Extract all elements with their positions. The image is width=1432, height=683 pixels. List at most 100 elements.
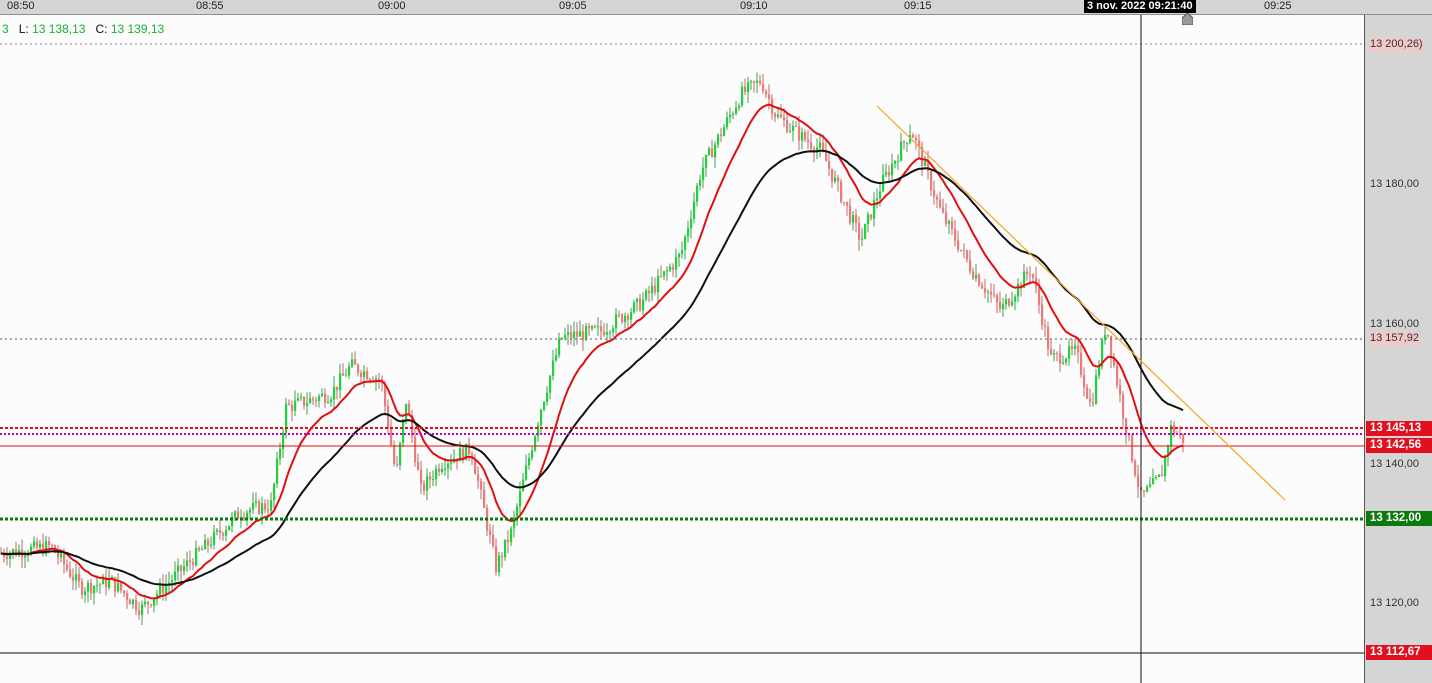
candle-body: [84, 591, 87, 596]
candle-body: [93, 586, 96, 594]
candle-body: [393, 445, 396, 464]
candle-body: [792, 125, 795, 131]
candle-body: [1068, 346, 1071, 359]
candle-body: [1089, 398, 1092, 402]
candle-body: [123, 590, 126, 594]
candle-body: [306, 403, 309, 406]
candle-body: [993, 294, 996, 296]
price-label-crosshair: 13 112,67: [1366, 645, 1432, 660]
candle-body: [201, 549, 204, 551]
candle-body: [768, 94, 771, 99]
candle-body: [1029, 274, 1032, 276]
candle-body: [1164, 456, 1167, 477]
candle-body: [243, 517, 246, 519]
candle-body: [1014, 296, 1017, 302]
candle-body: [660, 275, 663, 277]
candle-body: [534, 436, 537, 451]
candle-body: [345, 375, 348, 377]
candle-body: [837, 177, 840, 182]
candle-body: [627, 315, 630, 320]
candle-body: [795, 125, 798, 127]
candle-body: [1053, 353, 1056, 355]
candle-body: [618, 314, 621, 316]
candle-body: [951, 221, 954, 230]
candle-body: [510, 528, 513, 543]
candle-body: [1047, 326, 1050, 349]
candle-body: [60, 553, 63, 558]
candle-body: [120, 582, 123, 591]
candle-body: [756, 80, 759, 83]
candle-body: [309, 398, 312, 404]
candle-body: [1026, 271, 1029, 275]
candle-body: [144, 601, 147, 605]
candle-body: [189, 560, 192, 563]
candle-body: [444, 468, 447, 470]
price-axis[interactable]: [1364, 15, 1432, 683]
candle-body: [1065, 358, 1068, 363]
candle-body: [897, 160, 900, 162]
candle-body: [1122, 394, 1125, 419]
candle-body: [36, 541, 39, 548]
ema-fast-line: [0, 103, 1184, 600]
candle-body: [501, 555, 504, 558]
candle-body: [402, 419, 405, 443]
candle-body: [234, 511, 237, 517]
candle-body: [981, 285, 984, 289]
candle-body: [1002, 304, 1005, 310]
candle-body: [894, 160, 897, 164]
candle-body: [1182, 433, 1185, 443]
candle-body: [609, 332, 612, 334]
candle-body: [279, 448, 282, 459]
candle-body: [846, 201, 849, 206]
candle-body: [39, 543, 42, 548]
time-tick: 09:15: [904, 0, 932, 12]
candle-body: [573, 331, 576, 339]
candle-body: [939, 199, 942, 208]
candle-body: [954, 229, 957, 241]
candle-body: [600, 326, 603, 332]
candle-body: [1011, 301, 1014, 306]
candle-body: [75, 574, 78, 581]
candle-body: [216, 529, 219, 532]
candle-body: [1056, 353, 1059, 355]
candle-body: [690, 218, 693, 229]
candle-body: [783, 117, 786, 121]
candle-body: [213, 531, 216, 545]
candle-body: [588, 326, 591, 329]
candle-body: [966, 250, 969, 260]
candle-body: [339, 373, 342, 391]
candle-body: [801, 131, 804, 141]
candle-body: [789, 130, 792, 132]
candle-body: [663, 271, 666, 277]
candle-body: [1137, 475, 1140, 488]
candle-body: [438, 468, 441, 473]
price-tick: 13 160,00: [1370, 318, 1419, 330]
candle-body: [714, 144, 717, 158]
candle-body: [810, 142, 813, 149]
candle-body: [699, 180, 702, 186]
candle-body: [288, 403, 291, 405]
price-chart[interactable]: [0, 15, 1364, 683]
candle-body: [831, 168, 834, 182]
candle-body: [363, 371, 366, 378]
candle-body: [696, 185, 699, 202]
candle-body: [885, 171, 888, 175]
candle-body: [303, 396, 306, 406]
candle-body: [828, 161, 831, 169]
candle-body: [1125, 418, 1128, 435]
candle-body: [720, 134, 723, 136]
candle-body: [342, 373, 345, 376]
time-tick: 09:25: [1264, 0, 1292, 12]
candle-body: [528, 457, 531, 466]
candle-body: [603, 331, 606, 335]
crosshair-time-label: 3 nov. 2022 09:21:40: [1084, 0, 1196, 13]
candle-body: [186, 560, 189, 567]
candle-body: [24, 555, 27, 558]
candle-body: [666, 270, 669, 272]
candle-body: [33, 541, 36, 547]
candle-body: [585, 326, 588, 341]
candle-body: [300, 396, 303, 399]
candle-body: [1008, 299, 1011, 306]
candle-body: [987, 291, 990, 293]
candle-body: [252, 502, 255, 510]
